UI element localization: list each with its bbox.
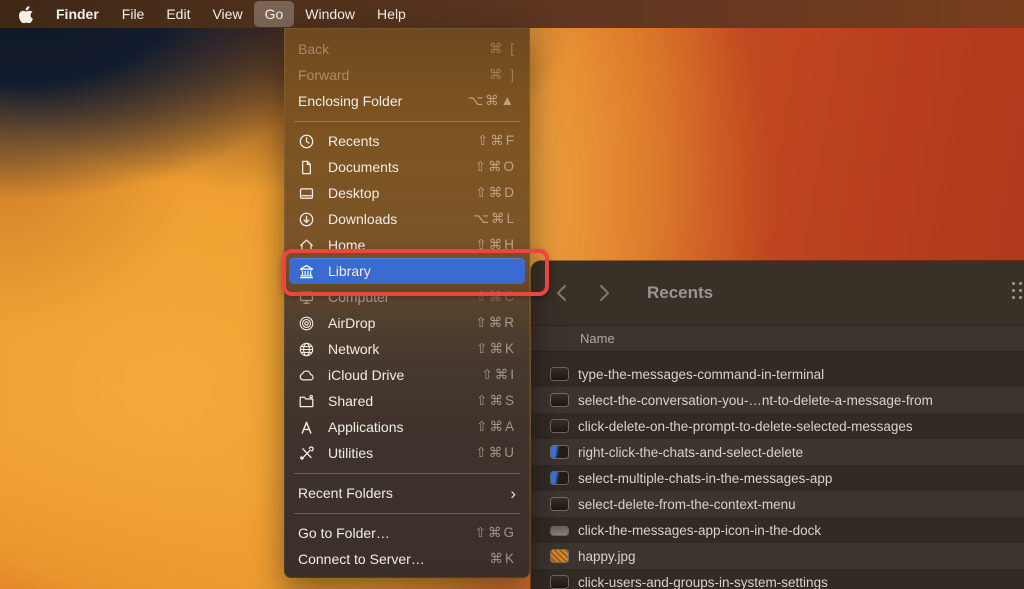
cloud-icon xyxy=(298,367,328,384)
menu-item-network[interactable]: Network ⇧⌘K xyxy=(284,336,530,362)
menu-divider xyxy=(294,472,520,474)
back-chevron-icon xyxy=(556,284,567,302)
computer-icon xyxy=(298,289,328,306)
menubar-item-finder[interactable]: Finder xyxy=(44,1,111,27)
window-title: Recents xyxy=(647,283,714,302)
library-icon xyxy=(298,263,328,280)
menu-item-icloud-drive[interactable]: iCloud Drive ⇧⌘I xyxy=(284,362,530,388)
file-list: type-the-messages-command-in-terminal se… xyxy=(531,352,1024,589)
menu-item-library[interactable]: Library xyxy=(289,258,525,284)
menubar-item-view[interactable]: View xyxy=(201,1,253,27)
apple-icon xyxy=(19,5,33,23)
applications-icon xyxy=(298,419,328,436)
menu-item-documents[interactable]: Documents ⇧⌘O xyxy=(284,154,530,180)
menu-divider xyxy=(294,120,520,122)
menu-item-computer[interactable]: Computer ⇧⌘C xyxy=(284,284,530,310)
file-row[interactable]: right-click-the-chats-and-select-delete xyxy=(531,439,1024,465)
menu-item-go-to-folder[interactable]: Go to Folder… ⇧⌘G xyxy=(284,520,530,546)
file-row[interactable]: click-users-and-groups-in-system-setting… xyxy=(531,569,1024,589)
clock-icon xyxy=(298,133,328,150)
file-thumbnail xyxy=(551,550,568,562)
forward-chevron-icon xyxy=(599,284,610,302)
document-icon xyxy=(298,159,328,176)
desktop-icon xyxy=(298,185,328,202)
forward-button[interactable] xyxy=(593,281,617,305)
file-thumbnail xyxy=(551,394,568,406)
menu-item-desktop[interactable]: Desktop ⇧⌘D xyxy=(284,180,530,206)
menu-item-home[interactable]: Home ⇧⌘H xyxy=(284,232,530,258)
file-thumbnail xyxy=(551,368,568,380)
finder-window: Recents Name type-the-messages-command-i… xyxy=(531,261,1024,589)
chevron-right-icon: › xyxy=(510,483,516,503)
menu-item-connect-to-server[interactable]: Connect to Server… ⌘K xyxy=(284,546,530,572)
file-thumbnail xyxy=(551,527,568,535)
file-thumbnail xyxy=(551,472,568,484)
file-thumbnail xyxy=(551,420,568,432)
file-row[interactable]: select-the-conversation-you-…nt-to-delet… xyxy=(531,387,1024,413)
file-thumbnail xyxy=(551,498,568,510)
download-icon xyxy=(298,211,328,228)
menu-item-recents[interactable]: Recents ⇧⌘F xyxy=(284,128,530,154)
menu-item-back: Back ⌘ [ xyxy=(298,41,516,57)
menu-item-utilities[interactable]: Utilities ⇧⌘U xyxy=(284,440,530,466)
file-row[interactable]: select-delete-from-the-context-menu xyxy=(531,491,1024,517)
file-row[interactable]: select-multiple-chats-in-the-messages-ap… xyxy=(531,465,1024,491)
menu-item-downloads[interactable]: Downloads ⌥⌘L xyxy=(284,206,530,232)
menubar-item-edit[interactable]: Edit xyxy=(155,1,201,27)
file-row[interactable]: happy.jpg xyxy=(531,543,1024,569)
globe-icon xyxy=(298,341,328,358)
go-menu: Back ⌘ [ Forward ⌘ ] Enclosing Folder ⌥⌘… xyxy=(284,28,530,578)
menu-bar: Finder File Edit View Go Window Help xyxy=(0,0,1024,28)
screen: Finder File Edit View Go Window Help Bac… xyxy=(0,0,1024,589)
window-toolbar: Recents xyxy=(531,261,1024,325)
home-icon xyxy=(298,237,328,254)
menubar-item-go[interactable]: Go xyxy=(253,1,295,27)
apple-menu[interactable] xyxy=(8,0,44,28)
menu-item-applications[interactable]: Applications ⇧⌘A xyxy=(284,414,530,440)
menubar-item-window[interactable]: Window xyxy=(294,1,366,27)
menubar-item-help[interactable]: Help xyxy=(366,1,417,27)
menu-item-shared[interactable]: Shared ⇧⌘S xyxy=(284,388,530,414)
menubar-item-file[interactable]: File xyxy=(111,1,156,27)
menu-item-forward: Forward ⌘ ] xyxy=(298,67,516,83)
airdrop-icon xyxy=(298,315,328,332)
file-thumbnail xyxy=(551,576,568,588)
view-options-icon[interactable] xyxy=(1012,282,1024,301)
shared-folder-icon xyxy=(298,393,328,410)
file-row[interactable]: click-the-messages-app-icon-in-the-dock xyxy=(531,517,1024,543)
file-row[interactable]: type-the-messages-command-in-terminal xyxy=(531,361,1024,387)
file-row[interactable]: click-delete-on-the-prompt-to-delete-sel… xyxy=(531,413,1024,439)
menu-item-recent-folders[interactable]: Recent Folders › xyxy=(284,480,530,506)
column-header-name[interactable]: Name xyxy=(531,325,1024,352)
back-button[interactable] xyxy=(549,281,573,305)
menu-divider xyxy=(294,512,520,514)
file-thumbnail xyxy=(551,446,568,458)
menu-item-enclosing-folder[interactable]: Enclosing Folder ⌥⌘▲ xyxy=(284,88,530,114)
menu-item-airdrop[interactable]: AirDrop ⇧⌘R xyxy=(284,310,530,336)
utilities-icon xyxy=(298,445,328,462)
